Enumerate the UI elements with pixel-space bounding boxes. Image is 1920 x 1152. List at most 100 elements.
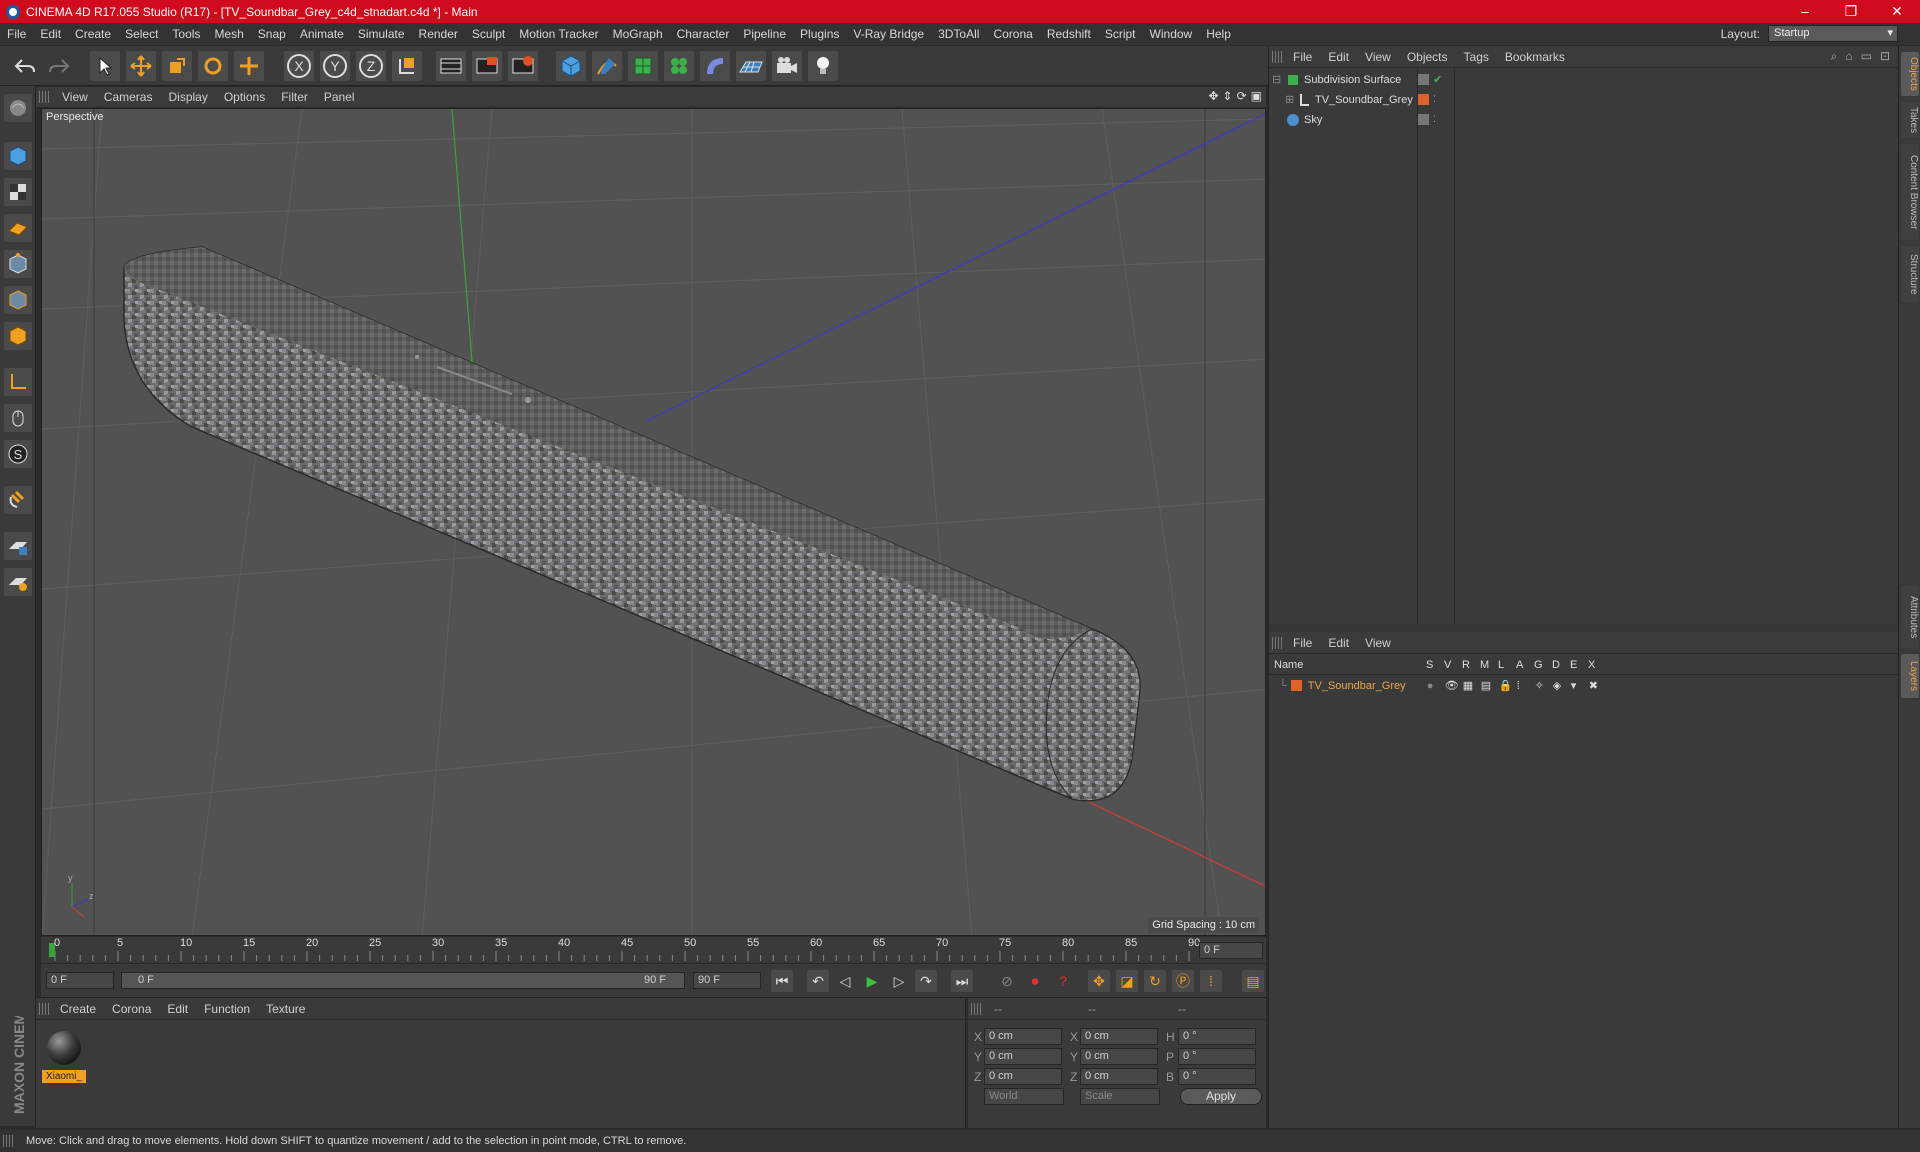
floor-scene-icon[interactable] bbox=[736, 51, 766, 81]
viewport-menu-panel[interactable]: Panel bbox=[316, 90, 363, 104]
menu-vray-bridge[interactable]: V-Ray Bridge bbox=[846, 27, 931, 41]
object-name[interactable]: TV_Soundbar_Grey bbox=[1315, 94, 1414, 106]
lock-toggle-icon[interactable]: 🔒 bbox=[1499, 679, 1517, 692]
visibility-dots-icon[interactable]: ⁚ bbox=[1433, 94, 1436, 105]
material-menu-corona[interactable]: Corona bbox=[104, 1002, 159, 1016]
drag-handle-icon[interactable] bbox=[3, 1135, 13, 1147]
layer-tag-icon[interactable] bbox=[1418, 74, 1429, 85]
menu-edit[interactable]: Edit bbox=[33, 27, 68, 41]
key-parameter-icon[interactable]: Ⓟ bbox=[1172, 970, 1194, 992]
layer-color-swatch[interactable] bbox=[1418, 94, 1429, 105]
position-x-field[interactable]: 0 cm bbox=[984, 1028, 1062, 1045]
rotation-p-field[interactable]: 0 ° bbox=[1178, 1048, 1256, 1065]
xref-toggle-icon[interactable]: ✖ bbox=[1589, 679, 1607, 692]
expressions-toggle-icon[interactable]: ▾ bbox=[1571, 679, 1589, 692]
column-manager[interactable]: M bbox=[1480, 659, 1498, 671]
y-axis-lock-icon[interactable]: Y bbox=[320, 51, 350, 81]
menu-character[interactable]: Character bbox=[670, 27, 737, 41]
render-toggle-icon[interactable]: ▦ bbox=[1463, 679, 1481, 692]
3d-viewport[interactable]: y z Perspective Grid Spacing : 10 cm bbox=[41, 108, 1266, 936]
drag-handle-icon[interactable] bbox=[39, 91, 49, 103]
object-menu-edit[interactable]: Edit bbox=[1320, 50, 1357, 64]
material-swatch[interactable]: Xiaomi_ bbox=[42, 1026, 86, 1083]
layer-menu-edit[interactable]: Edit bbox=[1320, 636, 1357, 650]
edges-mode-icon[interactable] bbox=[4, 286, 32, 314]
tab-takes[interactable]: Takes bbox=[1901, 102, 1919, 138]
current-frame-field[interactable]: 0 F bbox=[1199, 942, 1263, 959]
manager-toggle-icon[interactable]: ▤ bbox=[1481, 679, 1499, 692]
z-axis-lock-icon[interactable]: Z bbox=[356, 51, 386, 81]
mograph-cloner-icon[interactable] bbox=[664, 51, 694, 81]
key-scale-icon[interactable]: ◪ bbox=[1116, 970, 1138, 992]
size-x-field[interactable]: 0 cm bbox=[1080, 1028, 1158, 1045]
minimize-button[interactable]: – bbox=[1782, 0, 1828, 23]
undo-icon[interactable] bbox=[10, 51, 40, 81]
redo-icon[interactable] bbox=[44, 51, 74, 81]
record-disabled-icon[interactable]: ⊘ bbox=[996, 970, 1018, 992]
size-mode-dropdown[interactable]: Scale bbox=[1080, 1088, 1160, 1105]
column-xref[interactable]: X bbox=[1588, 659, 1606, 671]
close-button[interactable]: ✕ bbox=[1874, 0, 1920, 23]
animation-toggle-icon[interactable]: ⁞ bbox=[1517, 680, 1535, 692]
column-expressions[interactable]: E bbox=[1570, 659, 1588, 671]
menu-motion-tracker[interactable]: Motion Tracker bbox=[512, 27, 605, 41]
menu-help[interactable]: Help bbox=[1199, 27, 1238, 41]
menu-file[interactable]: File bbox=[0, 27, 33, 41]
column-generators[interactable]: G bbox=[1534, 659, 1552, 671]
menu-tools[interactable]: Tools bbox=[165, 27, 207, 41]
tab-attributes[interactable]: Attributes bbox=[1901, 586, 1919, 648]
prev-key-icon[interactable]: ↶ bbox=[807, 970, 829, 992]
layer-color-swatch[interactable] bbox=[1290, 680, 1302, 691]
timeline-ruler[interactable]: 0 5 10 15 20 25 30 35 40 45 50 55 60 65 70 75 80 85 90 0 F bbox=[41, 937, 1266, 963]
tab-objects[interactable]: Objects bbox=[1901, 52, 1919, 96]
viewport-menu-view[interactable]: View bbox=[54, 90, 96, 104]
column-deformers[interactable]: D bbox=[1552, 659, 1570, 671]
layer-row[interactable]: └ TV_Soundbar_Grey ● 👁 ▦ ▤ 🔒 ⁞ ✧ ◈ ▾ ✖ bbox=[1269, 676, 1899, 695]
view-toggle-icon[interactable]: 👁 bbox=[1445, 679, 1463, 692]
menu-simulate[interactable]: Simulate bbox=[351, 27, 412, 41]
search-icon[interactable]: ⌕ bbox=[1831, 49, 1838, 64]
layer-tag-icon[interactable] bbox=[1418, 114, 1429, 125]
key-position-icon[interactable]: ✥ bbox=[1088, 970, 1110, 992]
keyframe-selection-icon[interactable]: ? bbox=[1052, 970, 1074, 992]
object-menu-bookmarks[interactable]: Bookmarks bbox=[1497, 50, 1573, 64]
menu-render[interactable]: Render bbox=[412, 27, 465, 41]
dolly-view-icon[interactable]: ⇕ bbox=[1223, 89, 1233, 103]
layer-menu-file[interactable]: File bbox=[1285, 636, 1320, 650]
play-icon[interactable]: ▶ bbox=[861, 970, 883, 992]
model-mode-icon[interactable] bbox=[4, 94, 32, 122]
grid-snap-icon[interactable] bbox=[4, 568, 32, 596]
collapse-icon[interactable]: ⊟ bbox=[1272, 73, 1286, 86]
go-to-start-icon[interactable]: ⏮ bbox=[771, 970, 793, 992]
layer-menu-view[interactable]: View bbox=[1357, 636, 1399, 650]
grid-lock-icon[interactable] bbox=[4, 532, 32, 560]
tab-content-browser[interactable]: Content Browser bbox=[1901, 144, 1919, 240]
transform-tool-icon[interactable] bbox=[234, 51, 264, 81]
key-pla-icon[interactable]: ⁞ bbox=[1200, 970, 1222, 992]
menu-select[interactable]: Select bbox=[118, 27, 165, 41]
deformer-icon[interactable] bbox=[700, 51, 730, 81]
workplane-mode-icon[interactable] bbox=[4, 214, 32, 242]
polygons-mode-icon[interactable] bbox=[4, 322, 32, 350]
timeline-window-icon[interactable]: ▤ bbox=[1242, 970, 1264, 992]
restore-button[interactable]: ❐ bbox=[1828, 0, 1874, 23]
tweak-mode-icon[interactable] bbox=[4, 404, 32, 432]
next-frame-icon[interactable]: ▷ bbox=[888, 970, 910, 992]
select-arrow-icon[interactable] bbox=[90, 51, 120, 81]
tab-structure[interactable]: Structure bbox=[1901, 246, 1919, 302]
object-name[interactable]: Sky bbox=[1304, 114, 1414, 126]
enabled-check-icon[interactable]: ✔ bbox=[1433, 73, 1442, 86]
light-icon[interactable] bbox=[808, 51, 838, 81]
render-view-icon[interactable] bbox=[436, 51, 466, 81]
tab-layers[interactable]: Layers bbox=[1901, 654, 1919, 698]
size-z-field[interactable]: 0 cm bbox=[1080, 1068, 1158, 1085]
drag-handle-icon[interactable] bbox=[1272, 637, 1282, 649]
menu-sculpt[interactable]: Sculpt bbox=[465, 27, 512, 41]
viewport-menu-display[interactable]: Display bbox=[160, 90, 215, 104]
position-y-field[interactable]: 0 cm bbox=[984, 1048, 1062, 1065]
menu-mesh[interactable]: Mesh bbox=[207, 27, 250, 41]
solo-toggle-icon[interactable]: ● bbox=[1427, 680, 1445, 692]
object-mode-icon[interactable] bbox=[4, 142, 32, 170]
go-to-end-icon[interactable]: ⏭ bbox=[951, 970, 973, 992]
pan-view-icon[interactable]: ✥ bbox=[1208, 89, 1218, 103]
